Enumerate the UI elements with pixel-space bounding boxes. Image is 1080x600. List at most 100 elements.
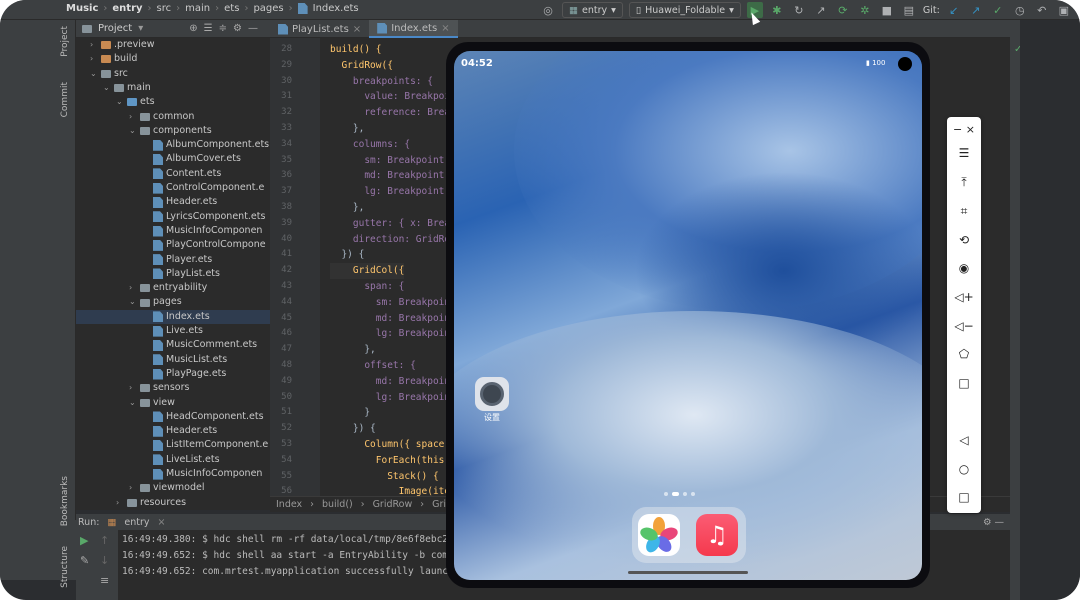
gear-icon[interactable]: ⚙ — xyxy=(983,517,1004,528)
side-tab-commit[interactable]: Commit xyxy=(60,82,70,117)
wrench-icon[interactable]: ✎ xyxy=(80,554,89,567)
debug-icon[interactable]: ✱ xyxy=(769,2,785,18)
volume-up-icon[interactable]: ◁+ xyxy=(947,287,981,307)
back-icon[interactable]: ◁ xyxy=(947,430,981,450)
square-icon[interactable]: □ xyxy=(947,373,981,393)
tree-item[interactable]: Live.ets xyxy=(76,324,203,338)
tree-item[interactable]: MusicComment.ets xyxy=(76,338,257,352)
tree-item[interactable]: HeadComponent.ets xyxy=(76,410,264,424)
tree-item[interactable]: ⌄ src xyxy=(76,67,128,81)
tree-item[interactable]: MusicInfoComponen xyxy=(76,467,262,481)
locate-icon[interactable]: ⊕ xyxy=(189,23,197,34)
breadcrumb-item[interactable]: ets xyxy=(224,3,239,14)
tree-item[interactable]: Player.ets xyxy=(76,253,212,267)
breadcrumb-item[interactable]: entry xyxy=(112,3,142,14)
minimize-icon[interactable]: − xyxy=(953,123,962,136)
tree-toggle-icon[interactable]: › xyxy=(116,496,124,510)
attach-icon[interactable]: ↗ xyxy=(813,2,829,18)
gear-icon[interactable]: ⚙ xyxy=(233,23,242,34)
tree-toggle-icon[interactable]: ⌄ xyxy=(129,124,137,138)
git-commit-icon[interactable]: ✓ xyxy=(990,2,1006,18)
shake-icon[interactable]: ⬠ xyxy=(947,344,981,364)
screenshot-icon[interactable]: ◉ xyxy=(947,258,981,278)
tree-item[interactable]: › sensors xyxy=(76,381,189,395)
tree-item[interactable]: PlayList.ets xyxy=(76,267,220,281)
side-tab-project[interactable]: Project xyxy=(60,26,70,57)
home-icon[interactable]: ○ xyxy=(947,459,981,479)
tree-item[interactable]: ListItemComponent.e xyxy=(76,438,268,452)
tree-toggle-icon[interactable]: › xyxy=(90,52,98,66)
tree-item[interactable]: LiveList.ets xyxy=(76,453,220,467)
breadcrumb-item[interactable]: Music xyxy=(66,3,98,14)
home-indicator[interactable] xyxy=(628,571,748,574)
close-icon[interactable]: × xyxy=(966,123,975,136)
git-push-icon[interactable]: ↗ xyxy=(968,2,984,18)
settings-app-icon[interactable] xyxy=(475,377,509,411)
breadcrumb-item[interactable]: pages xyxy=(253,3,283,14)
scroll-up-icon[interactable]: ↑ xyxy=(100,534,109,547)
run-config-tab[interactable]: entry xyxy=(124,517,149,528)
tree-item[interactable]: ControlComponent.e xyxy=(76,181,264,195)
tree-item[interactable]: ⌄ pages xyxy=(76,295,182,309)
emulator-screen[interactable]: 04:52 ▮ 100 设置 ♫ xyxy=(454,51,922,580)
tree-item[interactable]: › resources xyxy=(76,496,186,510)
close-icon[interactable]: × xyxy=(353,24,361,35)
tree-item[interactable]: Index.ets xyxy=(76,309,270,324)
rollback-icon[interactable]: ↶ xyxy=(1034,2,1050,18)
project-panel-title[interactable]: Project xyxy=(98,23,132,34)
tree-item[interactable]: Header.ets xyxy=(76,195,217,209)
stop-icon[interactable]: ■ xyxy=(879,2,895,18)
device-select[interactable]: ▯ Huawei_Foldable ▾ xyxy=(628,2,741,18)
tree-toggle-icon[interactable]: › xyxy=(90,38,98,52)
volume-down-icon[interactable]: ◁− xyxy=(947,316,981,336)
tree-toggle-icon[interactable]: › xyxy=(129,110,137,124)
tree-item[interactable]: › entryability xyxy=(76,281,207,295)
tree-toggle-icon[interactable]: ⌄ xyxy=(103,81,111,95)
menu-icon[interactable]: ☰ xyxy=(947,143,981,163)
run-config-select[interactable]: ▦ entry ▾ xyxy=(562,2,623,18)
scroll-down-icon[interactable]: ↓ xyxy=(100,554,109,567)
tree-item[interactable]: › common xyxy=(76,110,194,124)
history-icon[interactable]: ◷ xyxy=(1012,2,1028,18)
bug-icon[interactable]: ✲ xyxy=(857,2,873,18)
tree-item[interactable]: AlbumCover.ets xyxy=(76,152,241,166)
gallery-app-icon[interactable] xyxy=(638,514,680,556)
rerun-icon[interactable]: ▶ xyxy=(80,534,88,547)
tree-item[interactable]: ⌄ main xyxy=(76,81,151,95)
tree-toggle-icon[interactable]: ⌄ xyxy=(129,295,137,309)
tree-item[interactable]: ⌄ ets xyxy=(76,95,155,109)
expand-icon[interactable]: ≑ xyxy=(219,23,227,34)
tree-toggle-icon[interactable]: › xyxy=(129,381,137,395)
music-app-icon[interactable]: ♫ xyxy=(696,514,738,556)
profile-icon[interactable]: ↻ xyxy=(791,2,807,18)
wrap-icon[interactable]: ≡ xyxy=(100,574,109,587)
side-tab-structure[interactable]: Structure xyxy=(60,546,70,588)
tree-toggle-icon[interactable]: ⌄ xyxy=(129,396,137,410)
tree-item[interactable]: PlayControlCompone xyxy=(76,238,266,252)
close-icon[interactable]: × xyxy=(441,23,449,34)
rotate-icon[interactable]: ⟲ xyxy=(947,230,981,250)
tree-item[interactable]: Content.ets xyxy=(76,167,221,181)
tree-toggle-icon[interactable]: › xyxy=(129,281,137,295)
tree-toggle-icon[interactable]: › xyxy=(129,481,137,495)
tree-item[interactable]: Header.ets xyxy=(76,424,217,438)
tree-item[interactable]: MusicInfoComponen xyxy=(76,224,262,238)
target-icon[interactable]: ◎ xyxy=(540,2,556,18)
tree-item[interactable]: ⌄ components xyxy=(76,124,212,138)
editor-breadcrumb-item[interactable]: GridRow xyxy=(373,499,413,510)
crop-icon[interactable]: ⌗ xyxy=(947,201,981,221)
coverage-icon[interactable]: ▤ xyxy=(901,2,917,18)
tree-item[interactable]: › viewmodel xyxy=(76,481,204,495)
editor-breadcrumb-item[interactable]: build() xyxy=(322,499,353,510)
tree-item[interactable]: LyricsComponent.ets xyxy=(76,210,265,224)
tree-item[interactable]: MusicList.ets xyxy=(76,353,227,367)
recents-icon[interactable]: □ xyxy=(947,487,981,507)
breadcrumb-item[interactable]: Index.ets xyxy=(313,3,359,14)
breadcrumb-item[interactable]: main xyxy=(185,3,210,14)
tree-item[interactable]: › .preview xyxy=(76,38,154,52)
side-tab-bookmarks[interactable]: Bookmarks xyxy=(60,476,70,526)
close-icon[interactable]: × xyxy=(158,517,166,528)
tree-item[interactable]: PlayPage.ets xyxy=(76,367,226,381)
pin-icon[interactable]: ⤒ xyxy=(947,172,981,192)
breadcrumb-item[interactable]: src xyxy=(157,3,172,14)
